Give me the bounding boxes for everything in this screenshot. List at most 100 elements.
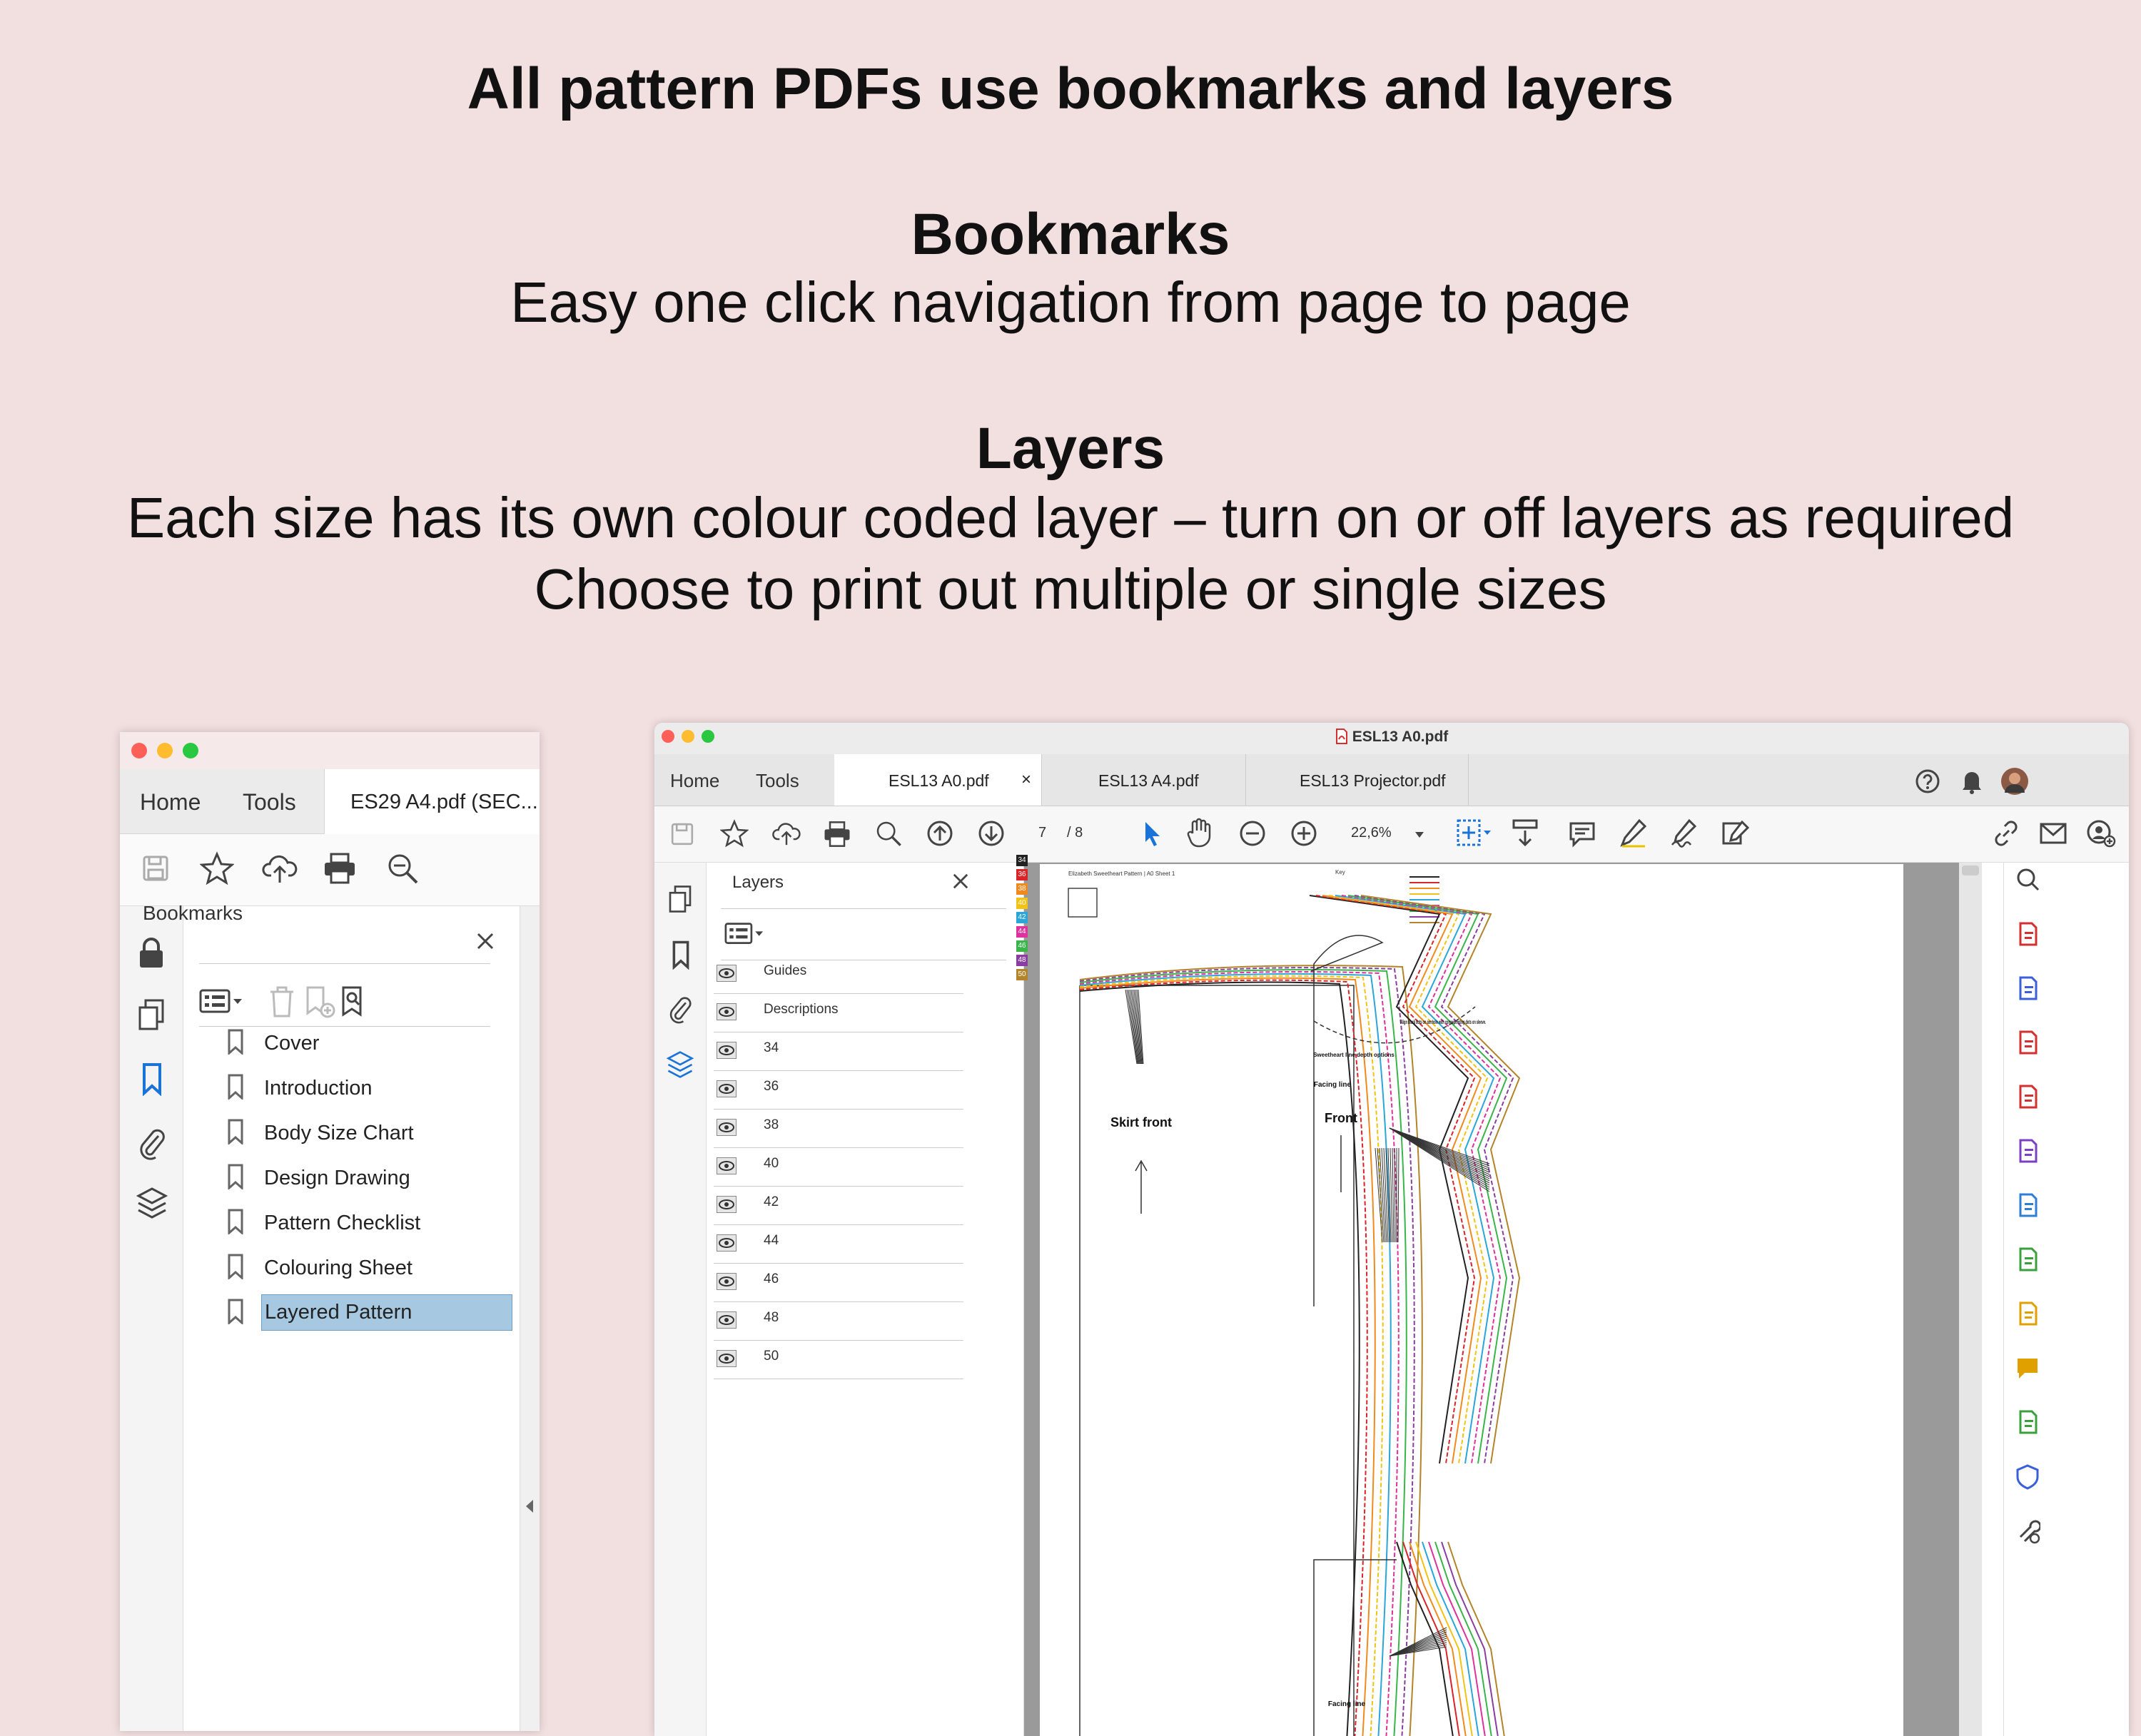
- notifications-bell-icon[interactable]: [1960, 768, 1983, 794]
- sign-icon[interactable]: [1669, 818, 1699, 848]
- bookmark-panel-icon[interactable]: [670, 940, 692, 970]
- next-page-icon[interactable]: [977, 819, 1006, 848]
- doc-tab-active[interactable]: ESL13 A0.pdf ×: [834, 754, 1042, 806]
- options-menu-icon[interactable]: [724, 921, 765, 947]
- layer-visibility-eye-icon[interactable]: [717, 1042, 737, 1059]
- protect-icon[interactable]: [2015, 1463, 2040, 1490]
- doc-tab[interactable]: ESL13 Projector.pdf: [1245, 754, 1469, 806]
- zoom-in-icon[interactable]: [1290, 819, 1318, 848]
- layer-visibility-eye-icon[interactable]: [717, 1080, 737, 1097]
- layer-visibility-eye-icon[interactable]: [717, 1196, 737, 1213]
- search-zoom-icon[interactable]: [385, 851, 420, 885]
- layer-visibility-eye-icon[interactable]: [717, 1311, 737, 1329]
- layer-visibility-eye-icon[interactable]: [717, 1003, 737, 1020]
- search-zoom-icon[interactable]: [874, 819, 903, 848]
- layer-row[interactable]: 38: [714, 1109, 963, 1148]
- layers-panel-icon[interactable]: [666, 1050, 694, 1080]
- layer-visibility-eye-icon[interactable]: [717, 1350, 737, 1367]
- scan-ocr-icon[interactable]: [2015, 1300, 2040, 1327]
- pages-icon[interactable]: [137, 998, 166, 1032]
- email-icon[interactable]: [2039, 821, 2067, 846]
- tab-tools[interactable]: Tools: [756, 770, 799, 792]
- attachment-icon[interactable]: [137, 1126, 168, 1160]
- attachment-icon[interactable]: [667, 994, 694, 1024]
- compare-files-icon[interactable]: [2015, 1246, 2040, 1273]
- layer-row[interactable]: 46: [714, 1263, 963, 1302]
- link-share-icon[interactable]: [1992, 819, 2020, 848]
- print-icon[interactable]: [823, 821, 851, 848]
- bookmark-item[interactable]: Introduction: [227, 1068, 512, 1104]
- send-review-icon[interactable]: [2015, 1192, 2040, 1219]
- zoom-level-select[interactable]: 22,6%: [1351, 825, 1392, 841]
- tab-home[interactable]: Home: [670, 770, 719, 792]
- layers-panel-icon[interactable]: [136, 1186, 168, 1220]
- print-icon[interactable]: [323, 853, 357, 884]
- lock-icon[interactable]: [137, 936, 166, 970]
- tab-tools[interactable]: Tools: [243, 789, 296, 816]
- upload-cloud-icon[interactable]: [261, 851, 298, 885]
- zoom-out-icon[interactable]: [1238, 819, 1267, 848]
- user-avatar[interactable]: [2000, 767, 2029, 796]
- close-window-button[interactable]: [131, 743, 147, 758]
- bookmark-item[interactable]: Body Size Chart: [227, 1113, 512, 1149]
- save-icon[interactable]: [669, 821, 696, 848]
- layer-visibility-eye-icon[interactable]: [717, 965, 737, 982]
- tab-document[interactable]: ES29 A4.pdf (SEC...: [324, 769, 540, 834]
- save-icon[interactable]: [140, 853, 171, 884]
- page-number-input[interactable]: 7: [1038, 825, 1046, 841]
- layer-row[interactable]: 34: [714, 1032, 963, 1071]
- layer-visibility-eye-icon[interactable]: [717, 1273, 737, 1290]
- layer-visibility-eye-icon[interactable]: [717, 1157, 737, 1174]
- collapse-strip[interactable]: [520, 906, 540, 1731]
- layer-row[interactable]: 36: [714, 1070, 963, 1110]
- new-bookmark-icon[interactable]: [303, 985, 336, 1019]
- layer-row[interactable]: Descriptions: [714, 993, 963, 1032]
- close-tab-icon[interactable]: ×: [1021, 770, 1031, 790]
- close-panel-icon[interactable]: [476, 932, 495, 950]
- layer-row[interactable]: 48: [714, 1301, 963, 1341]
- edit-fill-icon[interactable]: [1721, 818, 1751, 848]
- highlight-pen-icon[interactable]: [1619, 818, 1648, 848]
- search-tool-icon[interactable]: [2015, 866, 2040, 893]
- scroll-mode-icon[interactable]: [1511, 818, 1539, 848]
- edit-pdf-icon[interactable]: [2015, 1083, 2040, 1110]
- tab-home[interactable]: Home: [140, 789, 201, 816]
- options-menu-icon[interactable]: [199, 988, 243, 1016]
- layer-row[interactable]: Guides: [714, 955, 963, 994]
- export-pdf-icon[interactable]: [2015, 975, 2040, 1002]
- bookmark-item[interactable]: Colouring Sheet: [227, 1248, 512, 1284]
- fill-sign-icon[interactable]: [2015, 1137, 2040, 1164]
- scrollbar[interactable]: [1959, 863, 1982, 1736]
- select-cursor-icon[interactable]: [1141, 819, 1164, 848]
- previous-page-icon[interactable]: [926, 819, 954, 848]
- upload-cloud-icon[interactable]: [771, 819, 801, 848]
- star-icon[interactable]: [200, 851, 234, 885]
- zoom-window-button[interactable]: [183, 743, 198, 758]
- create-pdf-icon[interactable]: [2015, 920, 2040, 948]
- zoom-dropdown-chevron-icon[interactable]: [1414, 831, 1425, 839]
- bookmark-item[interactable]: Design Drawing: [227, 1158, 512, 1194]
- bookmark-item[interactable]: Pattern Checklist: [227, 1203, 512, 1239]
- comment-tool-icon[interactable]: [2015, 1354, 2040, 1381]
- minimize-window-button[interactable]: [682, 730, 694, 743]
- bookmark-item[interactable]: Cover: [227, 1023, 512, 1059]
- more-tools-icon[interactable]: [2015, 1517, 2040, 1544]
- doc-tab[interactable]: ESL13 A4.pdf: [1041, 754, 1246, 806]
- layer-row[interactable]: 40: [714, 1147, 963, 1187]
- fit-page-icon[interactable]: [1455, 818, 1492, 848]
- layer-row[interactable]: 50: [714, 1340, 963, 1379]
- pages-icon[interactable]: [667, 884, 693, 914]
- scrollbar-thumb[interactable]: [1962, 866, 1979, 875]
- close-window-button[interactable]: [662, 730, 674, 743]
- layer-row[interactable]: 42: [714, 1186, 963, 1225]
- delete-icon[interactable]: [268, 985, 296, 1019]
- layer-row[interactable]: 44: [714, 1224, 963, 1264]
- hand-tool-icon[interactable]: [1185, 818, 1214, 848]
- zoom-window-button[interactable]: [702, 730, 714, 743]
- layer-visibility-eye-icon[interactable]: [717, 1119, 737, 1136]
- help-icon[interactable]: [1915, 768, 1940, 794]
- bookmark-panel-icon[interactable]: [140, 1062, 164, 1096]
- find-bookmark-icon[interactable]: [339, 985, 372, 1019]
- bookmark-item[interactable]: Layered Pattern: [227, 1293, 512, 1331]
- minimize-window-button[interactable]: [157, 743, 173, 758]
